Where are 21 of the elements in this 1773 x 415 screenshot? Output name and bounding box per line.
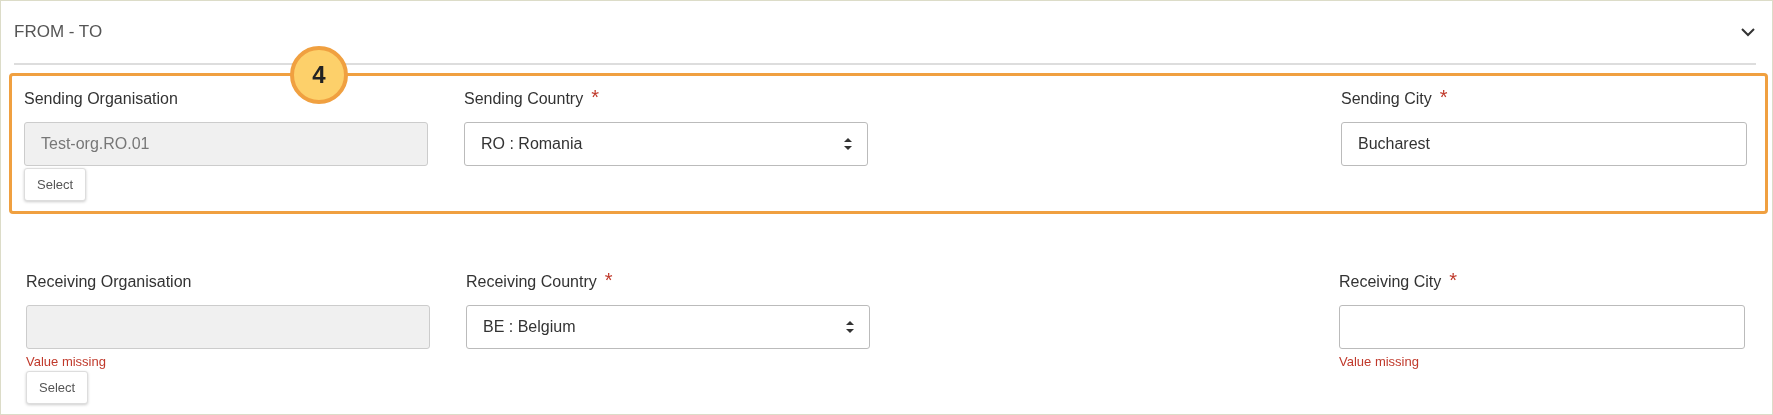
field-label: Receiving Organisation <box>26 273 192 292</box>
field-label: Sending Organisation <box>24 90 178 109</box>
field-label: Receiving Country <box>466 273 597 292</box>
sort-arrows-icon <box>843 137 853 151</box>
step-badge: 4 <box>290 46 348 104</box>
error-message: Value missing <box>26 354 106 369</box>
required-mark: * <box>591 86 599 109</box>
section-title: FROM - TO <box>14 22 103 42</box>
chevron-icon[interactable] <box>1740 27 1756 37</box>
error-message: Value missing <box>1339 354 1419 369</box>
field-label: Sending Country <box>464 90 584 109</box>
field-label: Sending City <box>1341 90 1432 109</box>
required-mark: * <box>1449 269 1458 292</box>
country-dropdown[interactable]: RO : Romania <box>464 122 868 166</box>
city-field[interactable] <box>1339 305 1745 349</box>
sort-arrows-icon <box>845 320 855 334</box>
city-field[interactable]: Bucharest <box>1341 122 1747 166</box>
field-label: Receiving City <box>1339 273 1442 292</box>
required-mark: * <box>1439 86 1448 109</box>
country-dropdown[interactable]: BE : Belgium <box>466 305 870 349</box>
required-mark: * <box>604 269 613 292</box>
